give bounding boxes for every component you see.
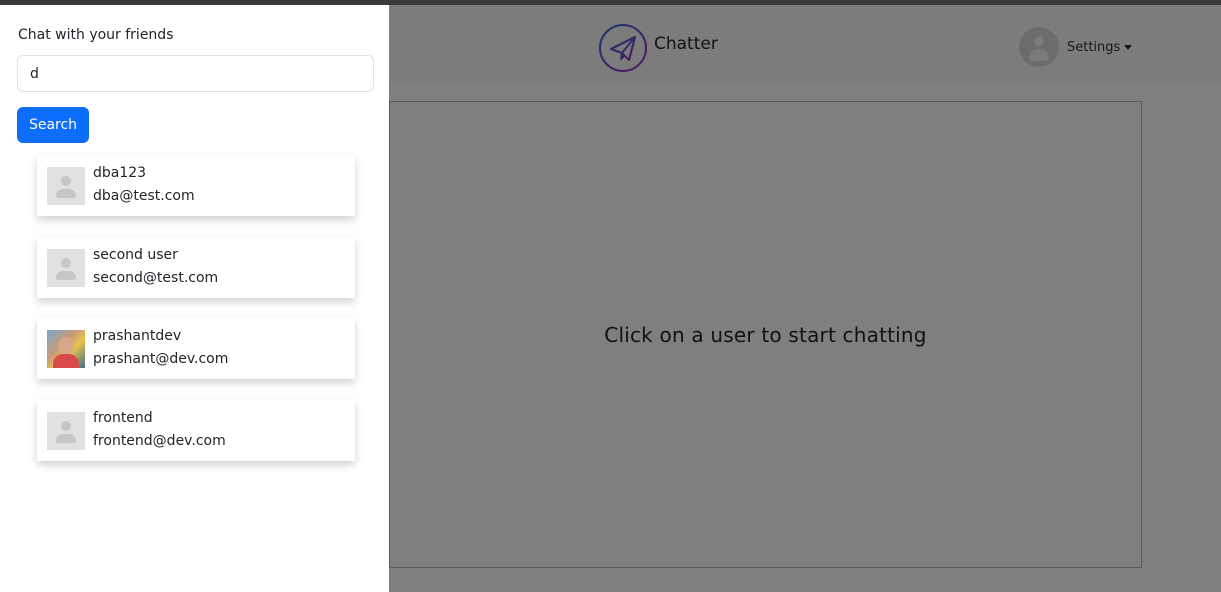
user-email: second@test.com	[93, 270, 219, 286]
user-result-item[interactable]: prashantdev prashant@dev.com	[37, 318, 355, 379]
panel-title: Chat with your friends	[18, 27, 174, 43]
user-email: prashant@dev.com	[93, 351, 229, 367]
user-result-item[interactable]: dba123 dba@test.com	[37, 155, 355, 216]
user-result-item[interactable]: frontend frontend@dev.com	[37, 400, 355, 461]
user-username: dba123	[93, 165, 147, 181]
default-avatar-icon	[47, 167, 85, 205]
user-email: dba@test.com	[93, 188, 195, 204]
user-username: second user	[93, 247, 178, 263]
user-username: prashantdev	[93, 328, 182, 344]
profile-photo-avatar	[47, 330, 85, 368]
user-result-item[interactable]: second user second@test.com	[37, 237, 355, 298]
search-panel: Chat with your friends Search dba123 dba…	[0, 5, 389, 592]
user-email: frontend@dev.com	[93, 433, 226, 449]
search-input[interactable]	[17, 55, 374, 92]
default-avatar-icon	[47, 412, 85, 450]
user-username: frontend	[93, 410, 153, 426]
default-avatar-icon	[47, 249, 85, 287]
search-button[interactable]: Search	[17, 107, 89, 143]
